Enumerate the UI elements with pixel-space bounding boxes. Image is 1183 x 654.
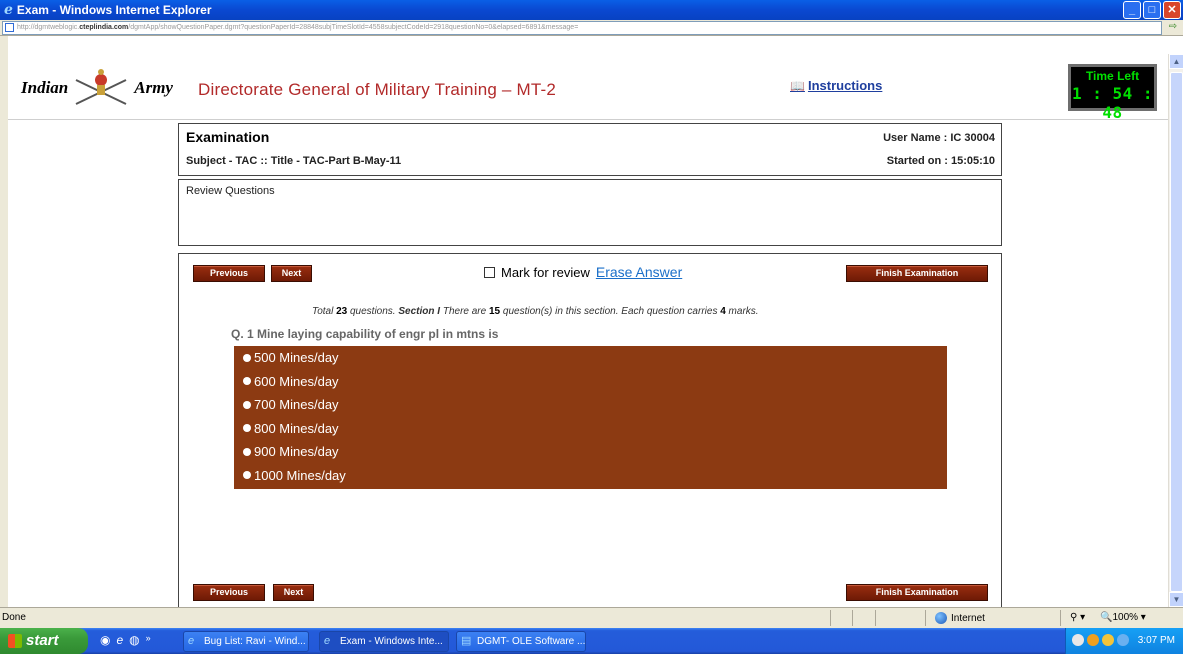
radio-icon <box>243 353 251 362</box>
previous-button-top[interactable]: Previous <box>193 265 265 282</box>
radio-icon <box>243 424 251 433</box>
radio-icon <box>243 471 251 480</box>
option-1[interactable]: 500 Mines/day <box>234 346 947 370</box>
globe-icon <box>935 612 947 624</box>
ie-icon: e <box>324 635 331 647</box>
option-5[interactable]: 900 Mines/day <box>234 440 947 464</box>
exam-heading: Examination <box>186 129 270 145</box>
user-name: User Name : IC 30004 <box>883 132 995 144</box>
minimize-button[interactable]: _ <box>1123 1 1141 19</box>
zoom-level[interactable]: 🔍100% ▾ <box>1100 612 1146 623</box>
option-3[interactable]: 700 Mines/day <box>234 393 947 417</box>
status-divider <box>925 610 926 626</box>
vertical-scrollbar[interactable]: ▲ ▼ <box>1168 54 1183 607</box>
question-summary: Total 23 questions. Section I There are … <box>312 306 759 317</box>
back-arrow-icon[interactable] <box>1072 634 1084 646</box>
timer-value: 1 : 54 : 48 <box>1071 84 1154 122</box>
option-2[interactable]: 600 Mines/day <box>234 370 947 394</box>
finish-examination-button-top[interactable]: Finish Examination <box>846 265 988 282</box>
army-emblem-icon <box>75 69 127 105</box>
window-title: Exam - Windows Internet Explorer <box>16 3 212 17</box>
scroll-down-icon[interactable]: ▼ <box>1169 592 1183 607</box>
windows-flag-icon <box>8 634 22 648</box>
chevron-icon[interactable]: » <box>146 633 151 647</box>
start-button[interactable]: start <box>0 628 88 654</box>
taskbar-item-bug-list[interactable]: e Bug List: Ravi - Wind... <box>183 631 309 652</box>
next-button-top[interactable]: Next <box>271 265 312 282</box>
header-divider <box>8 119 1168 120</box>
close-button[interactable]: ✕ <box>1163 1 1181 19</box>
status-bar: Done Internet ⚲ ▾ 🔍100% ▾ <box>0 607 1183 628</box>
radio-icon <box>243 447 251 456</box>
quick-launch: ◉ e ◍ » <box>100 633 151 647</box>
time-left-timer: Time Left 1 : 54 : 48 <box>1068 64 1157 122</box>
firefox-tray-icon[interactable] <box>1087 634 1099 646</box>
scroll-thumb[interactable] <box>1170 72 1183 592</box>
scroll-up-icon[interactable]: ▲ <box>1169 54 1183 69</box>
answer-options: 500 Mines/day 600 Mines/day 700 Mines/da… <box>234 346 947 489</box>
go-icon[interactable]: ⇨ <box>1166 21 1180 35</box>
question-text: Q. 1 Mine laying capability of engr pl i… <box>230 323 949 345</box>
mark-review-group: Mark for review Erase Answer <box>484 264 682 280</box>
status-text: Done <box>2 612 26 623</box>
system-tray: 3:07 PM <box>1065 628 1183 654</box>
address-bar: http://dgmtweblogic.cteplindia.com/dgmtA… <box>0 20 1183 36</box>
messenger-icon[interactable] <box>1102 634 1114 646</box>
timer-label: Time Left <box>1085 69 1140 83</box>
page-icon <box>5 23 14 32</box>
subject-line: Subject - TAC :: Title - TAC-Part B-May-… <box>186 155 402 167</box>
radio-icon <box>243 400 251 409</box>
window-title-bar: e Exam - Windows Internet Explorer _ □ ✕ <box>0 0 1183 20</box>
indian-army-logo: Indian Army <box>21 66 191 110</box>
ie-quicklaunch-icon[interactable]: e <box>116 633 123 647</box>
clock: 3:07 PM <box>1137 635 1175 646</box>
status-divider <box>875 610 876 626</box>
book-icon: 📖 <box>790 78 805 93</box>
mark-for-review-checkbox[interactable] <box>484 266 495 278</box>
mark-for-review-label: Mark for review <box>501 264 590 280</box>
started-on: Started on : 15:05:10 <box>886 155 995 167</box>
taskbar: start ◉ e ◍ » e Bug List: Ravi - Wind... … <box>0 628 1183 654</box>
ie-icon: e <box>188 635 195 647</box>
instructions-link[interactable]: 📖 Instructions <box>790 78 882 93</box>
protected-mode-icon[interactable]: ⚲ ▾ <box>1070 612 1085 623</box>
desktop-icon[interactable]: ◉ <box>100 633 110 647</box>
previous-button-bottom[interactable]: Previous <box>193 584 265 601</box>
ie-logo-icon: e <box>4 2 13 18</box>
review-title: Review Questions <box>186 185 275 197</box>
url-field[interactable]: http://dgmtweblogic.cteplindia.com/dgmtA… <box>2 21 1162 35</box>
firefox-icon[interactable]: ◍ <box>129 633 139 647</box>
radio-icon <box>243 377 251 386</box>
taskbar-item-dgmt[interactable]: ▤ DGMT- OLE Software ... <box>456 631 586 652</box>
review-questions-panel: Review Questions <box>178 179 1002 246</box>
window-frame-left <box>0 36 8 607</box>
erase-answer-link[interactable]: Erase Answer <box>596 264 682 280</box>
next-button-bottom[interactable]: Next <box>273 584 314 601</box>
status-divider <box>852 610 853 626</box>
exam-info-panel: Examination Subject - TAC :: Title - TAC… <box>178 123 1002 176</box>
maximize-button[interactable]: □ <box>1143 1 1161 19</box>
option-4[interactable]: 800 Mines/day <box>234 417 947 441</box>
status-divider <box>830 610 831 626</box>
taskbar-item-exam[interactable]: e Exam - Windows Inte... <box>319 631 449 652</box>
option-6[interactable]: 1000 Mines/day <box>234 464 947 488</box>
status-divider <box>1060 610 1061 626</box>
network-icon[interactable] <box>1117 634 1129 646</box>
security-zone: Internet <box>935 612 985 624</box>
finish-examination-button-bottom[interactable]: Finish Examination <box>846 584 988 601</box>
document-icon: ▤ <box>461 635 472 647</box>
org-title: Directorate General of Military Training… <box>198 80 557 99</box>
